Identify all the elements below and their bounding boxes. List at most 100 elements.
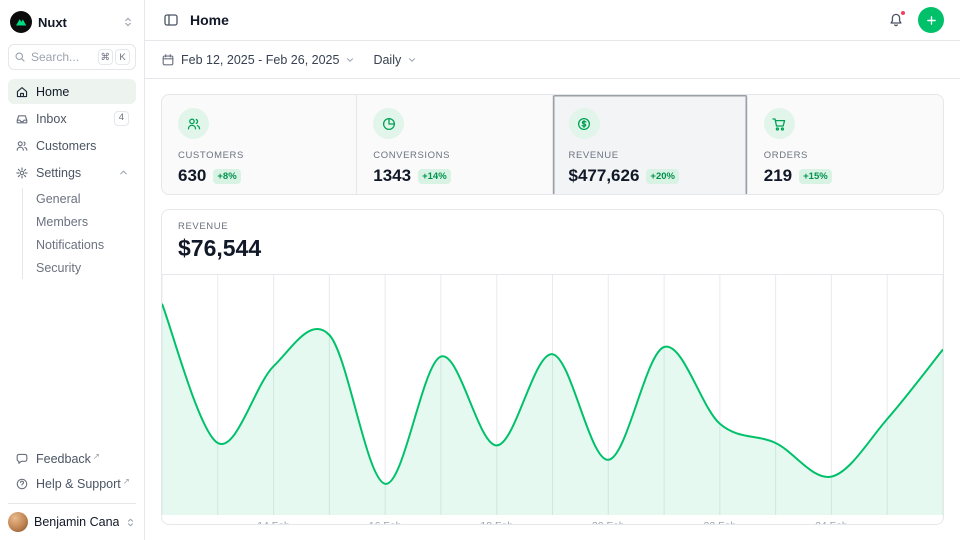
notification-dot — [900, 10, 906, 16]
sidebar-spacer — [8, 281, 136, 446]
sidebar-item-inbox[interactable]: Inbox 4 — [8, 106, 136, 131]
pie-chart-icon — [373, 108, 404, 139]
date-range-label: Feb 12, 2025 - Feb 26, 2025 — [181, 53, 339, 67]
sidebar-item-label: General — [36, 192, 80, 206]
app-root: Nuxt Search... ⌘ K Home — [0, 0, 960, 540]
header-actions — [886, 7, 944, 33]
search-placeholder: Search... — [31, 50, 93, 64]
chevron-down-icon — [407, 55, 417, 65]
x-axis-tick-label: 22 Feb — [703, 520, 736, 525]
kbd-cmd: ⌘ — [98, 49, 114, 65]
main-area: Home Feb 12, 2025 - Feb 26, 2025 — [145, 0, 960, 540]
sidebar-item-notifications[interactable]: Notifications — [32, 234, 136, 256]
search-input[interactable]: Search... ⌘ K — [8, 44, 136, 70]
dollar-circle-icon — [569, 108, 600, 139]
stat-label: REVENUE — [569, 150, 731, 161]
chevron-down-icon — [345, 55, 355, 65]
stat-card-orders[interactable]: ORDERS 219 +15% — [748, 95, 943, 195]
cart-icon — [764, 108, 795, 139]
stat-value: 630 — [178, 166, 206, 186]
sidebar-item-customers[interactable]: Customers — [8, 133, 136, 158]
sidebar-item-general[interactable]: General — [32, 188, 136, 210]
chart-body: 14 Feb 16 Feb 18 Feb 20 Feb 22 Feb 24 Feb — [162, 275, 943, 525]
nuxt-logo-icon — [10, 11, 32, 33]
external-link-icon: ↗ — [93, 451, 100, 461]
chart-metric-value: $76,544 — [178, 235, 927, 262]
users-icon — [178, 108, 209, 139]
calendar-icon — [161, 53, 175, 67]
x-axis-tick-label: 20 Feb — [592, 520, 625, 525]
inbox-icon — [15, 112, 29, 126]
search-shortcut: ⌘ K — [98, 49, 131, 65]
sidebar-item-feedback[interactable]: Feedback↗ — [8, 446, 136, 471]
stat-card-revenue[interactable]: REVENUE $477,626 +20% — [553, 95, 748, 195]
sidebar-item-help-support[interactable]: Help & Support↗ — [8, 471, 136, 496]
stat-delta-badge: +15% — [799, 169, 832, 184]
sidebar-toggle-button[interactable] — [161, 10, 181, 30]
sidebar-item-label: Inbox — [36, 112, 107, 126]
page-header: Home — [145, 0, 960, 41]
settings-submenu: General Members Notifications Security — [22, 188, 136, 279]
users-icon — [15, 139, 29, 153]
help-icon — [15, 477, 29, 491]
stat-card-conversions[interactable]: CONVERSIONS 1343 +14% — [357, 95, 552, 195]
interval-select[interactable]: Daily — [373, 53, 417, 67]
stat-delta-badge: +20% — [646, 169, 679, 184]
revenue-chart-card: REVENUE $76,544 14 Feb 16 Feb 18 Feb 20 Feb… — [161, 209, 944, 525]
page-title: Home — [190, 12, 229, 28]
workspace-switcher[interactable]: Nuxt — [8, 9, 136, 37]
stat-label: CUSTOMERS — [178, 150, 340, 161]
x-axis-labels: 14 Feb 16 Feb 18 Feb 20 Feb 22 Feb 24 Feb — [162, 515, 943, 525]
sidebar: Nuxt Search... ⌘ K Home — [0, 0, 145, 540]
stat-value: 1343 — [373, 166, 411, 186]
chevron-up-down-icon — [125, 517, 136, 528]
x-axis-tick-label: 14 Feb — [257, 520, 290, 525]
sidebar-item-label: Settings — [36, 166, 111, 180]
revenue-area-chart — [162, 275, 943, 515]
kbd-k: K — [115, 49, 130, 65]
gear-icon — [15, 166, 29, 180]
stat-card-customers[interactable]: CUSTOMERS 630 +8% — [162, 95, 357, 195]
x-axis-tick-label: 18 Feb — [480, 520, 513, 525]
interval-label: Daily — [373, 53, 401, 67]
stats-row: CUSTOMERS 630 +8% CONVERSIONS 1343 +14% — [161, 94, 944, 195]
dashboard-content: CUSTOMERS 630 +8% CONVERSIONS 1343 +14% — [145, 79, 960, 540]
stat-label: CONVERSIONS — [373, 150, 535, 161]
sidebar-item-label: Home — [36, 85, 129, 99]
chart-header: REVENUE $76,544 — [162, 210, 943, 275]
chevron-up-icon — [118, 167, 129, 178]
date-range-picker[interactable]: Feb 12, 2025 - Feb 26, 2025 — [161, 53, 355, 67]
inbox-count-badge: 4 — [114, 111, 129, 125]
workspace-name: Nuxt — [38, 15, 116, 30]
sidebar-item-label: Security — [36, 261, 81, 275]
sidebar-item-home[interactable]: Home — [8, 79, 136, 104]
sidebar-item-security[interactable]: Security — [32, 257, 136, 279]
filters-toolbar: Feb 12, 2025 - Feb 26, 2025 Daily — [145, 41, 960, 79]
stat-value: 219 — [764, 166, 792, 186]
chart-metric-label: REVENUE — [178, 221, 927, 232]
avatar — [8, 512, 28, 532]
sidebar-item-members[interactable]: Members — [32, 211, 136, 233]
notifications-button[interactable] — [886, 10, 906, 30]
x-axis-tick-label: 24 Feb — [815, 520, 848, 525]
sidebar-item-label: Notifications — [36, 238, 104, 252]
x-axis-tick-label: 16 Feb — [369, 520, 402, 525]
sidebar-item-label: Feedback↗ — [36, 452, 129, 466]
chevron-up-down-icon — [122, 16, 134, 28]
stat-value: $477,626 — [569, 166, 640, 186]
home-icon — [15, 85, 29, 99]
sidebar-item-label: Help & Support↗ — [36, 477, 130, 491]
stat-delta-badge: +8% — [213, 169, 240, 184]
sidebar-nav: Home Inbox 4 Customers Settings — [8, 79, 136, 281]
user-menu[interactable]: Benjamin Canac — [8, 503, 136, 532]
stat-delta-badge: +14% — [418, 169, 451, 184]
search-icon — [14, 51, 26, 63]
sidebar-item-settings[interactable]: Settings — [8, 160, 136, 185]
feedback-icon — [15, 452, 29, 466]
stat-label: ORDERS — [764, 150, 927, 161]
user-name: Benjamin Canac — [34, 515, 119, 529]
sidebar-item-label: Customers — [36, 139, 129, 153]
add-button[interactable] — [918, 7, 944, 33]
external-link-icon: ↗ — [123, 476, 130, 486]
sidebar-item-label: Members — [36, 215, 88, 229]
